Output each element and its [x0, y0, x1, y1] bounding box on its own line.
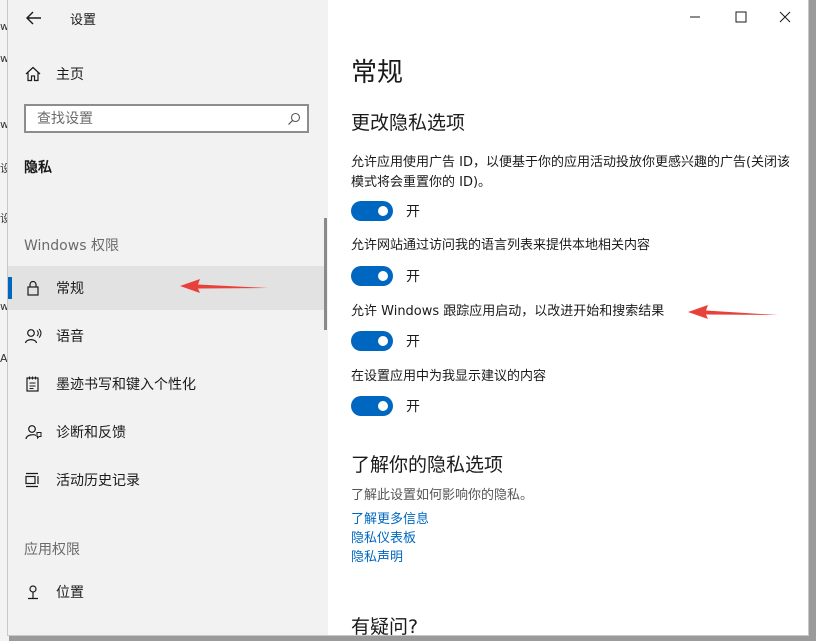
privacy-options-heading: 更改隐私选项: [351, 112, 466, 134]
learn-privacy-description: 了解此设置如何影响你的隐私。: [351, 488, 534, 503]
sidebar-scrollbar[interactable]: [324, 218, 327, 330]
search-input[interactable]: [35, 109, 269, 128]
advertising-id-toggle[interactable]: [351, 201, 393, 221]
track-app-launches-toggle[interactable]: [351, 331, 393, 351]
toggle-state-label: 开: [406, 399, 420, 415]
annotation-arrow: [180, 279, 268, 293]
sidebar-item-activity-history[interactable]: 活动历史记录: [8, 458, 326, 502]
selection-indicator: [8, 277, 12, 299]
toggle-knob: [378, 271, 388, 281]
inking-icon: [26, 376, 39, 392]
close-icon: [779, 11, 791, 23]
toggle-state-label: 开: [406, 204, 420, 220]
privacy-dashboard-link[interactable]: 隐私仪表板: [351, 527, 416, 546]
search-box[interactable]: [24, 104, 309, 133]
main-content: 常规 更改隐私选项 允许应用使用广告 ID，以便基于你的应用活动投放你更感兴趣的…: [328, 0, 808, 635]
learn-more-link[interactable]: 了解更多信息: [351, 508, 429, 527]
diagnostics-icon: [25, 425, 42, 440]
sidebar-item-diagnostics[interactable]: 诊断和反馈: [8, 410, 326, 454]
settings-window: 设置 主页 隐私 Windows 权限 常规: [8, 0, 808, 635]
toggle-state-label: 开: [406, 269, 420, 285]
lock-icon: [27, 280, 39, 296]
back-button[interactable]: [22, 6, 46, 30]
questions-heading: 有疑问?: [351, 616, 419, 635]
close-button[interactable]: [762, 0, 808, 34]
location-icon: [28, 585, 38, 600]
language-list-toggle[interactable]: [351, 266, 393, 286]
sidebar: 设置 主页 隐私 Windows 权限 常规: [8, 0, 328, 635]
sidebar-item-label: 活动历史记录: [56, 473, 140, 489]
sidebar-item-general[interactable]: 常规: [8, 266, 326, 310]
windows-permissions-label: Windows 权限: [24, 238, 119, 254]
option-toggle-row: 开: [351, 266, 420, 286]
sidebar-item-speech[interactable]: 语音: [8, 314, 326, 358]
timeline-icon: [25, 472, 39, 488]
background-text-fragment: A: [0, 352, 8, 365]
sidebar-item-location[interactable]: 位置: [8, 570, 326, 614]
option-toggle-row: 开: [351, 331, 420, 351]
speech-icon: [24, 328, 42, 344]
app-permissions-label: 应用权限: [24, 542, 80, 558]
page-title: 常规: [351, 58, 404, 88]
toggle-state-label: 开: [406, 334, 420, 350]
privacy-statement-link[interactable]: 隐私声明: [351, 546, 403, 565]
sidebar-item-label: 诊断和反馈: [56, 425, 126, 441]
option-toggle-row: 开: [351, 396, 420, 416]
sidebar-item-label: 位置: [56, 585, 84, 601]
maximize-icon: [735, 11, 747, 23]
back-arrow-icon: [26, 11, 41, 25]
window-title: 设置: [70, 13, 97, 28]
suggested-content-toggle[interactable]: [351, 396, 393, 416]
option-toggle-row: 开: [351, 201, 420, 221]
sidebar-item-home[interactable]: 主页: [8, 58, 328, 90]
home-icon: [25, 66, 41, 82]
option-description: 在设置应用中为我显示建议的内容: [351, 369, 547, 384]
sidebar-item-inking[interactable]: 墨迹书写和键入个性化: [8, 362, 326, 406]
toggle-knob: [378, 336, 388, 346]
annotation-arrow: [688, 305, 778, 319]
sidebar-item-label: 常规: [56, 281, 84, 297]
option-description: 允许网站通过访问我的语言列表来提供本地相关内容: [351, 238, 651, 253]
maximize-button[interactable]: [718, 0, 764, 34]
minimize-icon: [690, 16, 700, 18]
toggle-knob: [378, 206, 388, 216]
section-heading: 隐私: [24, 160, 52, 176]
option-description: 允许应用使用广告 ID，以便基于你的应用活动投放你更感兴趣的广告(关闭该模式将会…: [351, 155, 791, 190]
sidebar-item-label: 墨迹书写和键入个性化: [56, 377, 196, 393]
minimize-button[interactable]: [672, 0, 718, 34]
toggle-knob: [378, 401, 388, 411]
sidebar-item-label: 语音: [56, 329, 84, 345]
sidebar-item-label: 主页: [56, 67, 84, 83]
search-icon[interactable]: [287, 112, 301, 126]
learn-privacy-heading: 了解你的隐私选项: [351, 454, 504, 476]
